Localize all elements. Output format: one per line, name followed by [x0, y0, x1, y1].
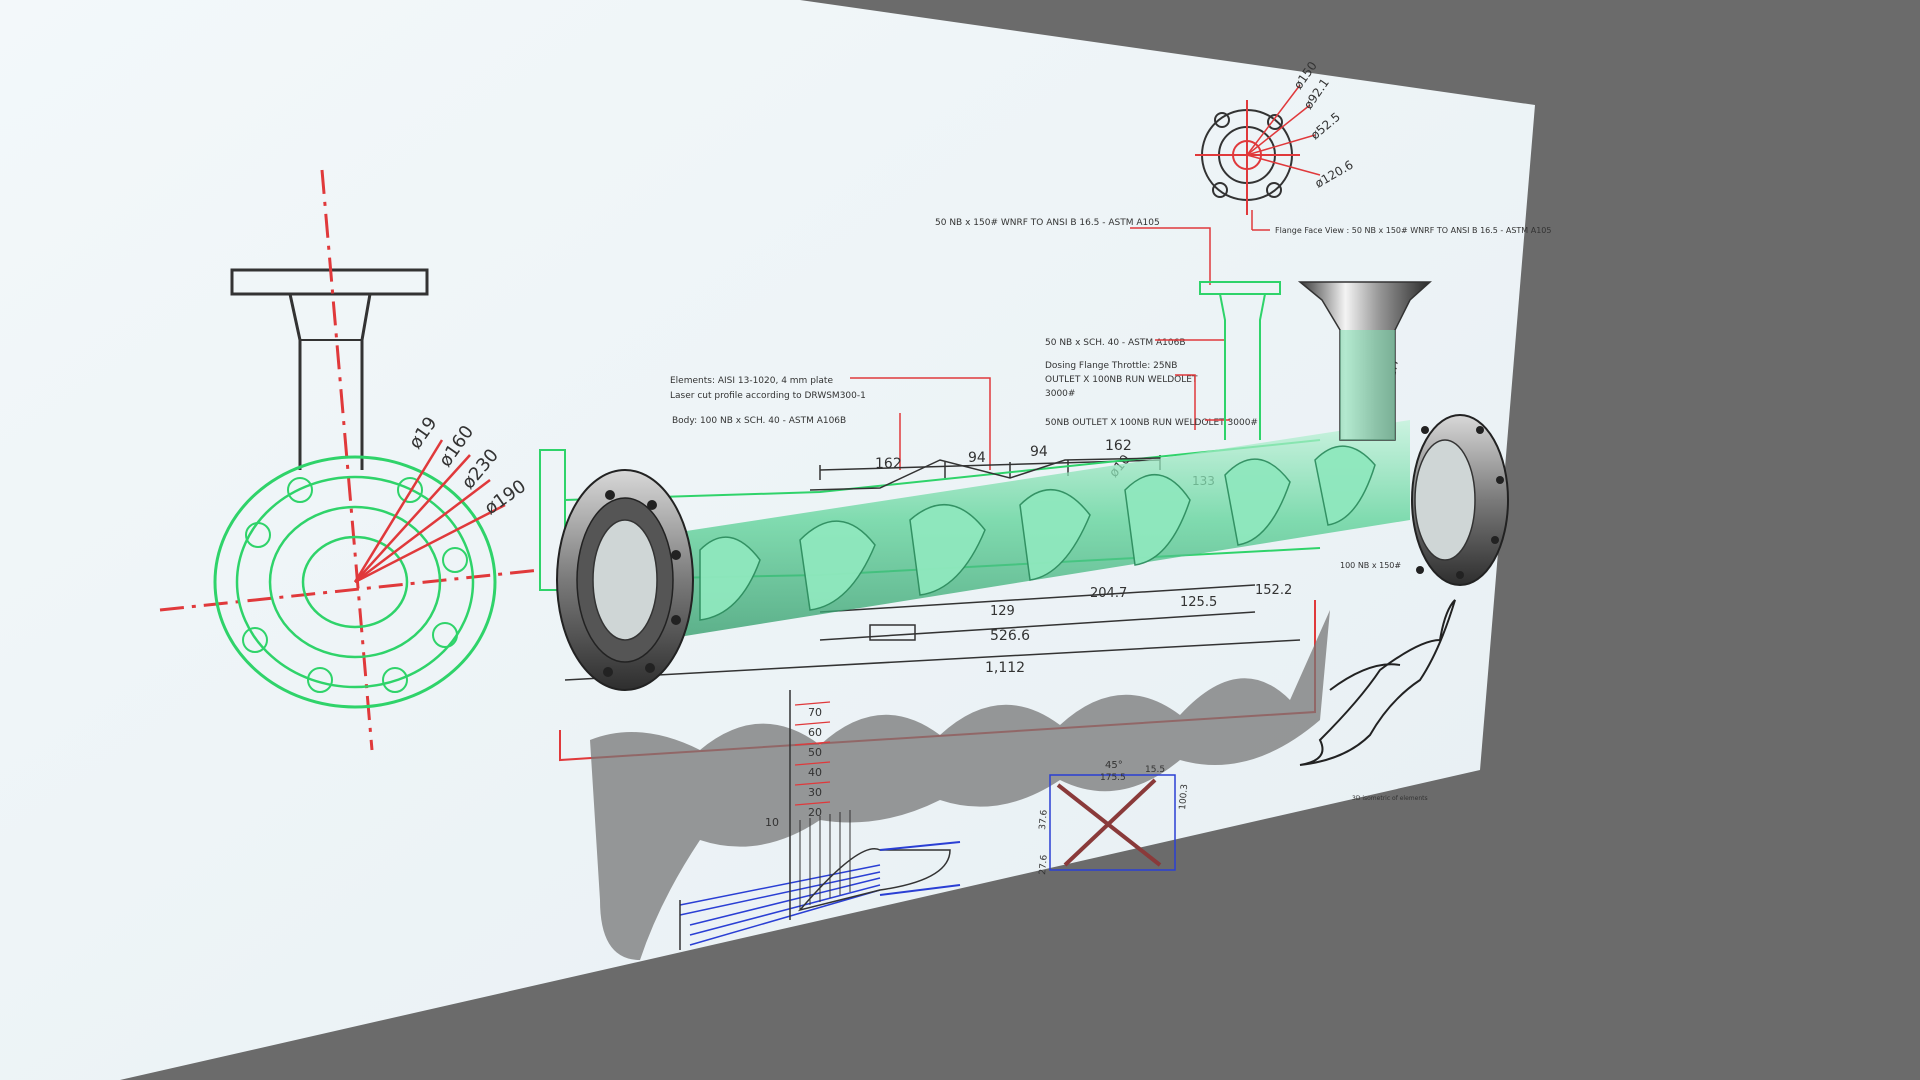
callout-dosing-3: 3000#	[1045, 389, 1075, 399]
callout-dosing-1: Dosing Flange Throttle: 25NB	[1045, 361, 1177, 371]
dim-top-4: 162	[1105, 438, 1132, 454]
dim-bottom-1: 129	[990, 604, 1015, 619]
callout-body: Body: 100 NB x SCH. 40 - ASTM A106B	[672, 416, 846, 426]
detail-dim-6: 27.6	[1038, 854, 1050, 875]
callout-right-flange: 100 NB x 150#	[1340, 561, 1401, 570]
chart-label-6: 20	[808, 806, 822, 819]
callout-elements: Elements: AISI 13-1020, 4 mm plate	[670, 376, 833, 386]
dim-top-2: 94	[968, 450, 986, 466]
iso-caption: 3D isometric of elements	[1352, 795, 1428, 802]
dim-bottom-2: 204.7	[1090, 586, 1127, 601]
chart-label-4: 40	[808, 766, 822, 779]
detail-dim-3: 15.5	[1145, 765, 1165, 775]
detail-dim-2: 175.5	[1100, 773, 1126, 783]
chart-label-7: 10	[765, 816, 779, 829]
dim-total-mid: 526.6	[990, 628, 1030, 644]
dim-top-3: 94	[1030, 444, 1048, 460]
callout-top-flange: 50 NB x 150# WNRF TO ANSI B 16.5 - ASTM …	[935, 218, 1160, 228]
flange-caption: Flange Face View : 50 NB x 150# WNRF TO …	[1275, 226, 1551, 235]
dim-top-1: 162	[875, 456, 902, 472]
detail-dim-4: 37.6	[1038, 809, 1050, 830]
dim-bottom-4: 152.2	[1255, 583, 1292, 598]
detail-dim-1: 45°	[1105, 760, 1123, 771]
callout-laser: Laser cut profile according to DRWSM300-…	[670, 391, 866, 401]
chart-label-5: 30	[808, 786, 822, 799]
chart-label-1: 70	[808, 706, 822, 719]
callout-dosing-2: OUTLET X 100NB RUN WELDOLET	[1045, 375, 1198, 385]
chart-label-2: 60	[808, 726, 822, 739]
chart-label-3: 50	[808, 746, 822, 759]
dim-total: 1,112	[985, 660, 1025, 676]
drawing-board-scene: ø19 ø160 ø230 ø190 ø150 ø92.1 ø52.5 ø120…	[0, 0, 1551, 1080]
dim-bottom-3: 125.5	[1180, 595, 1217, 610]
